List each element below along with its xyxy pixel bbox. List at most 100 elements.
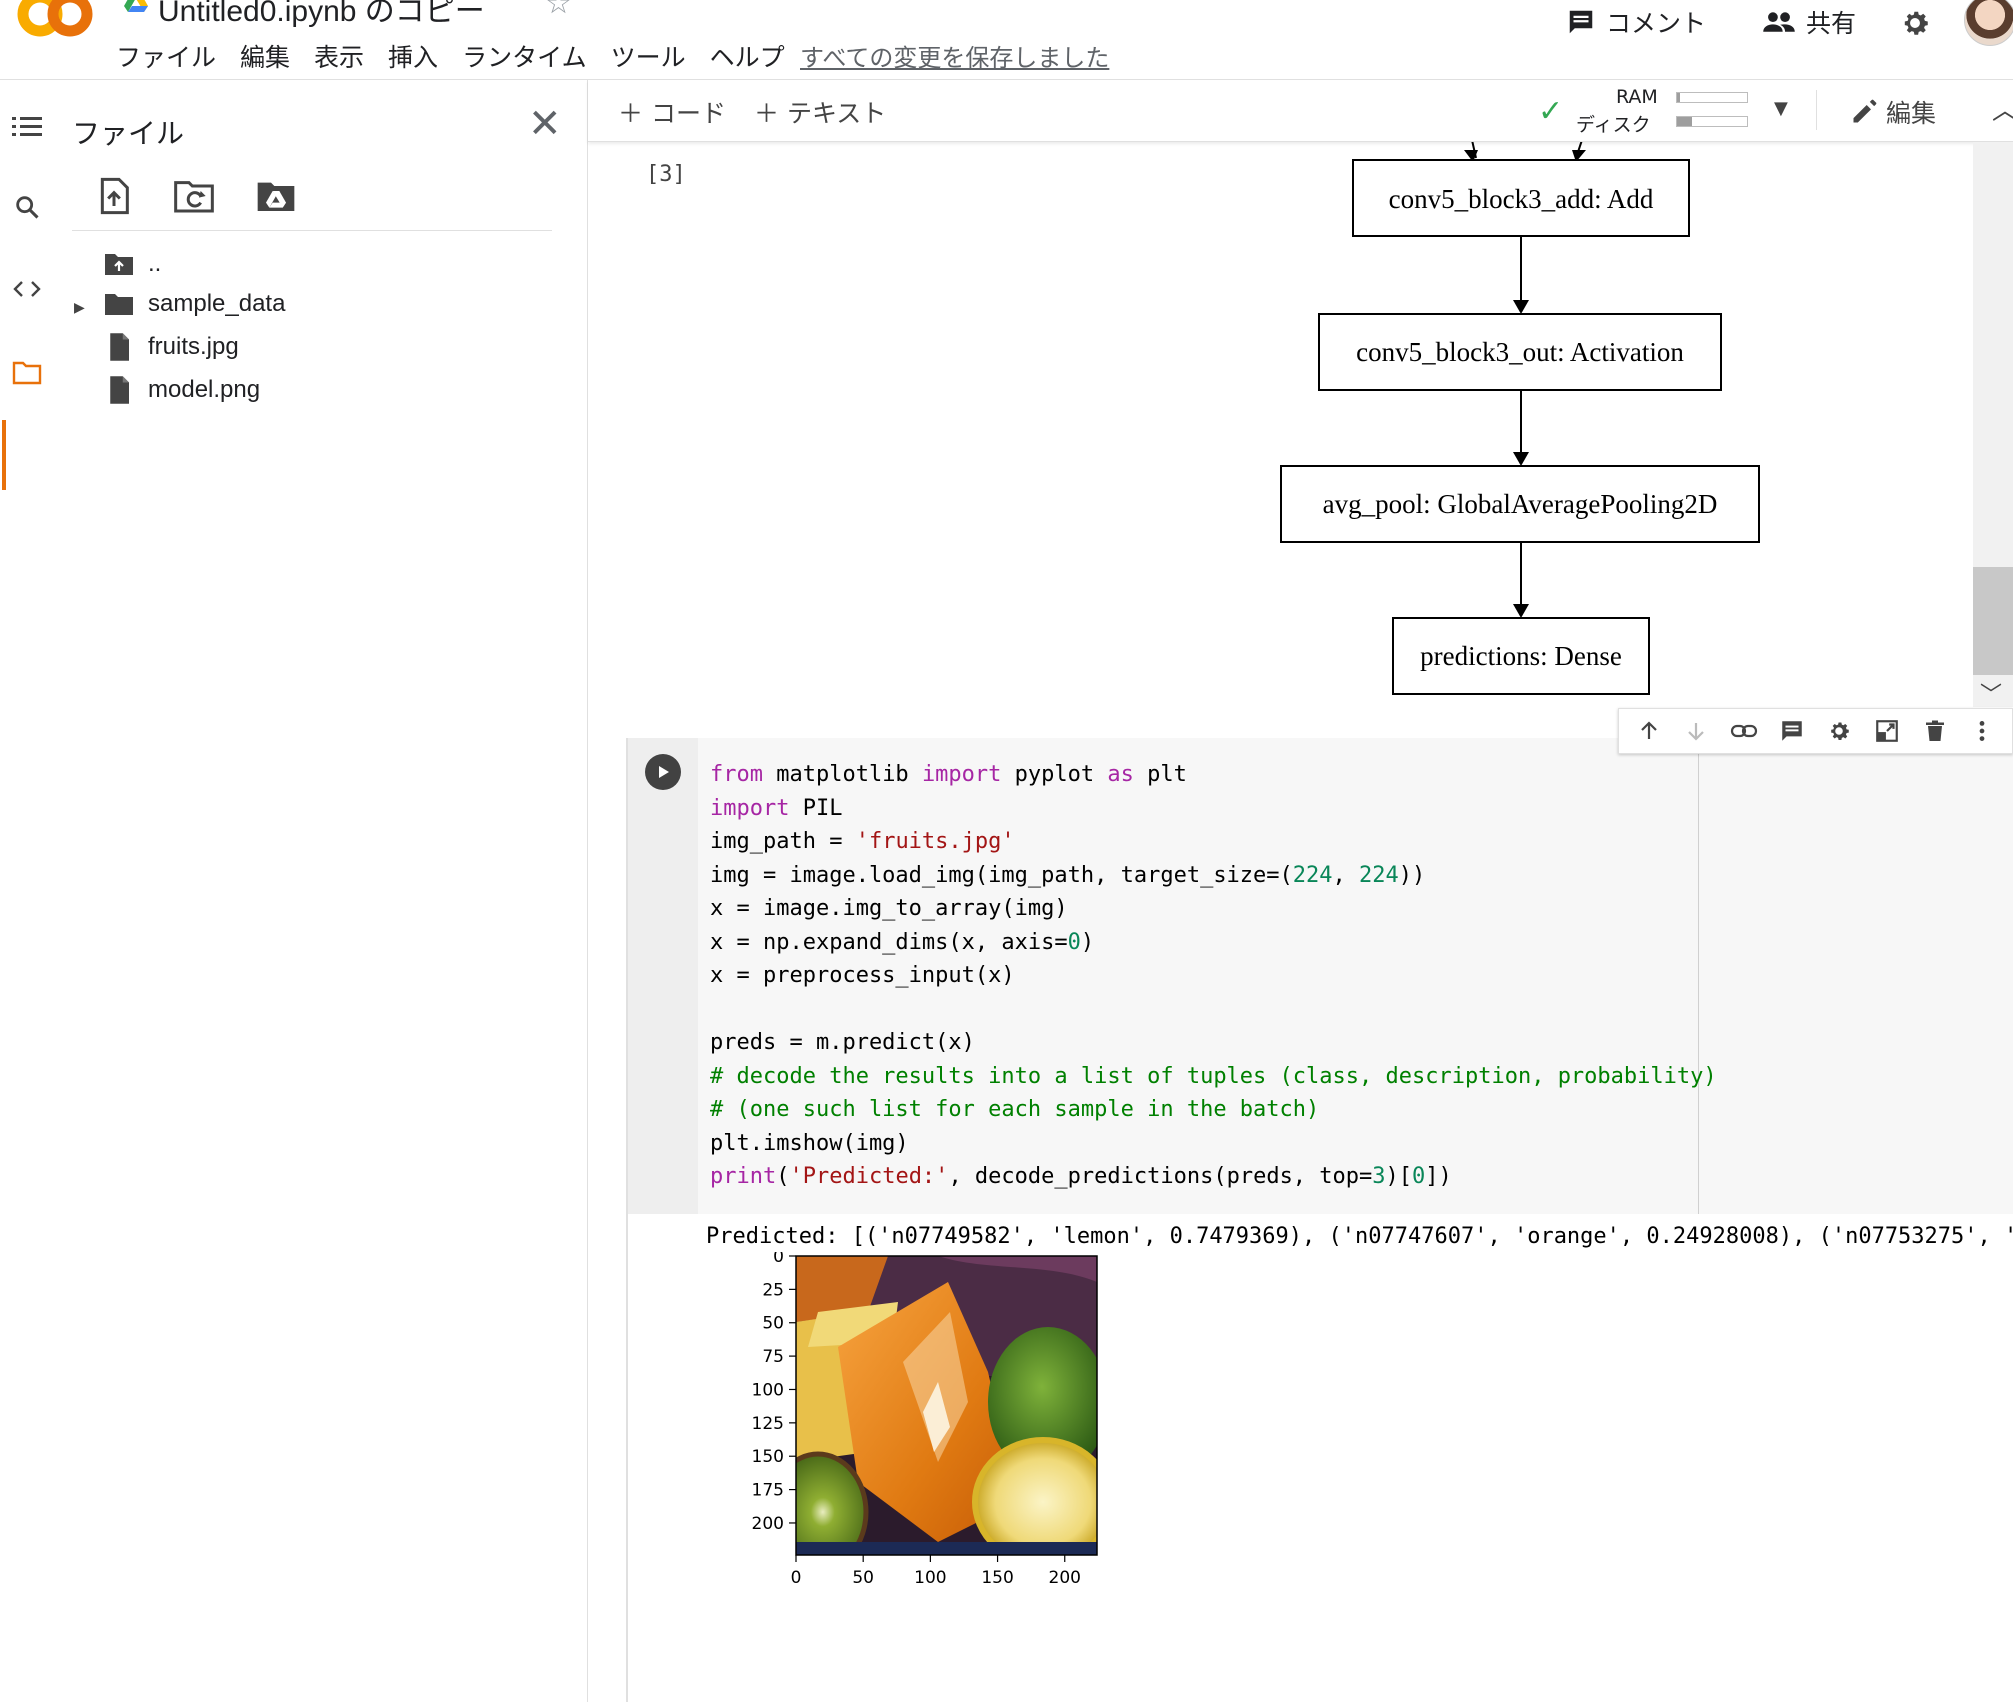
cell-gutter xyxy=(628,738,698,1214)
menu-insert[interactable]: 挿入 xyxy=(388,38,438,74)
tree-item-parent[interactable]: .. xyxy=(104,250,161,278)
comment-button[interactable]: コメント xyxy=(1566,4,1706,40)
folder-icon xyxy=(105,294,133,315)
graph-arrowhead xyxy=(1513,300,1529,314)
output-text: Predicted: [('n07749582', 'lemon', 0.747… xyxy=(706,1224,2013,1249)
disk-label: ディスク xyxy=(1576,114,1651,136)
menu-bar: ファイル 編集 表示 挿入 ランタイム ツール ヘルプ xyxy=(116,38,785,74)
x-tick-label: 100 xyxy=(914,1568,946,1588)
connected-check-icon: ✓ xyxy=(1538,94,1564,129)
user-avatar[interactable] xyxy=(1964,0,2013,46)
y-tick-label: 200 xyxy=(752,1514,784,1534)
y-tick-label: 75 xyxy=(762,1347,784,1367)
save-status[interactable]: すべての変更を保存しました xyxy=(800,38,1109,73)
tree-item-label: fruits.jpg xyxy=(148,333,239,360)
close-icon[interactable]: ✕ xyxy=(528,104,562,144)
graph-arrowhead xyxy=(1513,604,1529,618)
runtime-dropdown-icon[interactable]: ▼ xyxy=(1774,98,1788,119)
y-tick-label: 50 xyxy=(762,1314,784,1334)
ram-label: RAM xyxy=(1616,86,1658,108)
app-header: Untitled0.ipynb のコピー ☆ ファイル 編集 表示 挿入 ランタ… xyxy=(0,0,2013,80)
settings-gear-icon[interactable] xyxy=(1898,6,1932,40)
share-label: 共有 xyxy=(1806,9,1857,38)
menu-help[interactable]: ヘルプ xyxy=(710,38,785,74)
run-cell-button[interactable] xyxy=(645,754,681,790)
output-border xyxy=(626,1214,628,1702)
comment-icon xyxy=(1569,10,1593,34)
graph-arrowhead xyxy=(1513,452,1529,466)
y-tick-label: 175 xyxy=(752,1481,784,1501)
file-panel-title: ファイル xyxy=(72,117,185,150)
comment-icon[interactable] xyxy=(1776,715,1808,747)
edit-button[interactable]: 編集 xyxy=(1850,94,1936,130)
disk-meter[interactable] xyxy=(1676,116,1748,127)
search-icon[interactable] xyxy=(10,190,44,224)
active-indicator xyxy=(2,420,6,490)
file-icon xyxy=(110,333,129,361)
menu-runtime[interactable]: ランタイム xyxy=(462,38,587,74)
code-cell[interactable]: from matplotlib import pyplot as plt imp… xyxy=(626,738,2013,1214)
files-folder-icon[interactable] xyxy=(10,356,44,390)
tree-item-label: sample_data xyxy=(148,290,286,317)
folder-up-icon xyxy=(105,254,133,275)
graph-node-label: conv5_block3_add: Add xyxy=(1389,184,1654,214)
x-tick-label: 50 xyxy=(852,1568,874,1588)
divider xyxy=(1816,90,1817,130)
delete-icon[interactable] xyxy=(1919,715,1951,747)
mirror-cell-icon[interactable] xyxy=(1871,715,1903,747)
scrollbar-thumb[interactable] xyxy=(1973,567,2013,675)
y-tick-label: 150 xyxy=(752,1447,784,1467)
share-button[interactable]: 共有 xyxy=(1762,4,1856,40)
link-icon[interactable] xyxy=(1728,715,1760,747)
move-down-icon[interactable] xyxy=(1680,715,1712,747)
drive-icon xyxy=(124,0,148,12)
add-text-button[interactable]: ＋ テキスト xyxy=(754,94,886,130)
cell-settings-gear-icon[interactable] xyxy=(1823,715,1855,747)
mount-drive-icon[interactable] xyxy=(254,176,298,216)
comment-label: コメント xyxy=(1606,9,1707,38)
add-code-button[interactable]: ＋ コード xyxy=(618,94,726,130)
play-icon xyxy=(659,766,669,778)
notebook-area: [3] conv5_block3_add: Add conv5_block3_o… xyxy=(588,142,2013,1702)
x-tick-label: 0 xyxy=(791,1568,802,1588)
tree-item-label: .. xyxy=(148,250,162,277)
star-icon[interactable]: ☆ xyxy=(545,0,572,21)
menu-edit[interactable]: 編集 xyxy=(240,38,290,74)
divider xyxy=(72,230,552,231)
edit-label: 編集 xyxy=(1886,99,1937,128)
upload-file-icon[interactable] xyxy=(94,176,134,216)
refresh-folder-icon[interactable] xyxy=(172,176,216,216)
menu-view[interactable]: 表示 xyxy=(314,38,364,74)
file-icon xyxy=(110,376,129,404)
tree-item-sample-data[interactable]: sample_data xyxy=(104,290,285,318)
document-title[interactable]: Untitled0.ipynb のコピー xyxy=(158,0,485,30)
collapse-up-icon[interactable]: ︿ xyxy=(1992,90,2013,127)
colab-logo[interactable] xyxy=(14,0,96,44)
model-graph: conv5_block3_add: Add conv5_block3_out: … xyxy=(1280,142,1760,695)
graph-node-label: predictions: Dense xyxy=(1420,641,1622,671)
code-editor[interactable]: from matplotlib import pyplot as plt imp… xyxy=(710,758,1717,1194)
y-tick-label: 100 xyxy=(752,1380,784,1400)
file-panel: ファイル ✕ .. ▶ sample_data fruits.jpg model… xyxy=(54,80,588,1702)
people-icon xyxy=(1763,12,1795,32)
table-of-contents-icon[interactable] xyxy=(10,110,44,144)
file-panel-toolbar xyxy=(94,176,298,216)
cell-toolbar xyxy=(1618,708,2013,754)
ram-meter[interactable] xyxy=(1676,92,1748,103)
code-snippets-icon[interactable] xyxy=(10,272,44,306)
menu-file[interactable]: ファイル xyxy=(116,38,216,74)
tree-item-label: model.png xyxy=(148,376,261,403)
fruits-image xyxy=(796,1256,1097,1555)
graph-node-label: conv5_block3_out: Activation xyxy=(1356,337,1684,367)
graph-node-label: avg_pool: GlobalAveragePooling2D xyxy=(1323,489,1718,519)
x-tick-label: 200 xyxy=(1049,1568,1081,1588)
imshow-plot: 0 50 100 150 200 0 25 50 75 100 125 150 175 200 xyxy=(752,1252,1098,1588)
expand-arrow-icon[interactable]: ▶ xyxy=(74,300,85,316)
menu-tools[interactable]: ツール xyxy=(611,38,686,74)
tree-item-fruits-jpg[interactable]: fruits.jpg xyxy=(104,332,239,362)
more-vert-icon[interactable] xyxy=(1966,715,1998,747)
tree-item-model-png[interactable]: model.png xyxy=(104,375,260,405)
y-tick-label: 0 xyxy=(773,1252,784,1267)
move-up-icon[interactable] xyxy=(1633,715,1665,747)
scroll-down-icon[interactable]: ﹀ xyxy=(1980,677,2002,709)
